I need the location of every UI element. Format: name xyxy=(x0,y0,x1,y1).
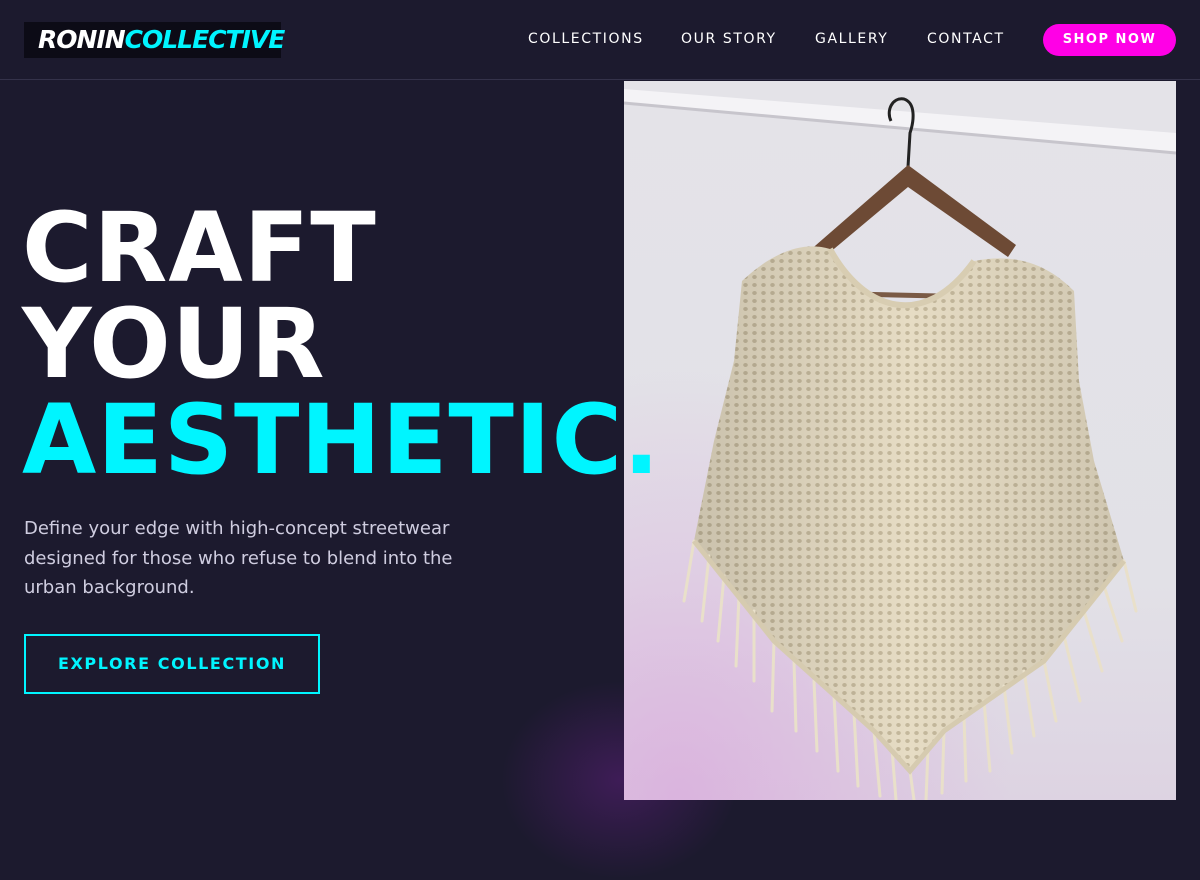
nav-gallery[interactable]: GALLERY xyxy=(815,30,888,48)
nav-collections[interactable]: COLLECTIONS xyxy=(528,30,644,48)
headline-line-1: CRAFT xyxy=(22,192,377,304)
poncho-illustration xyxy=(624,81,1176,800)
brand-name-part2: COLLECTIVE xyxy=(124,25,286,54)
headline-line-3: AESTHETIC. xyxy=(22,384,661,496)
shop-now-button[interactable]: SHOP NOW xyxy=(1043,24,1176,56)
hero-image xyxy=(624,81,1176,800)
hero-headline: CRAFT YOUR AESTHETIC. xyxy=(22,200,661,488)
headline-line-2: YOUR xyxy=(22,288,326,400)
brand-name-part1: RONIN xyxy=(38,25,126,54)
brand-logo[interactable]: RONINCOLLECTIVE xyxy=(24,22,285,58)
hero-description: Define your edge with high-concept stree… xyxy=(24,518,453,598)
nav-contact[interactable]: CONTACT xyxy=(927,30,1005,48)
explore-collection-button[interactable]: EXPLORE COLLECTION xyxy=(24,634,320,694)
site-header: RONINCOLLECTIVE COLLECTIONS OUR STORY GA… xyxy=(0,0,1200,80)
nav-our-story[interactable]: OUR STORY xyxy=(681,30,777,48)
